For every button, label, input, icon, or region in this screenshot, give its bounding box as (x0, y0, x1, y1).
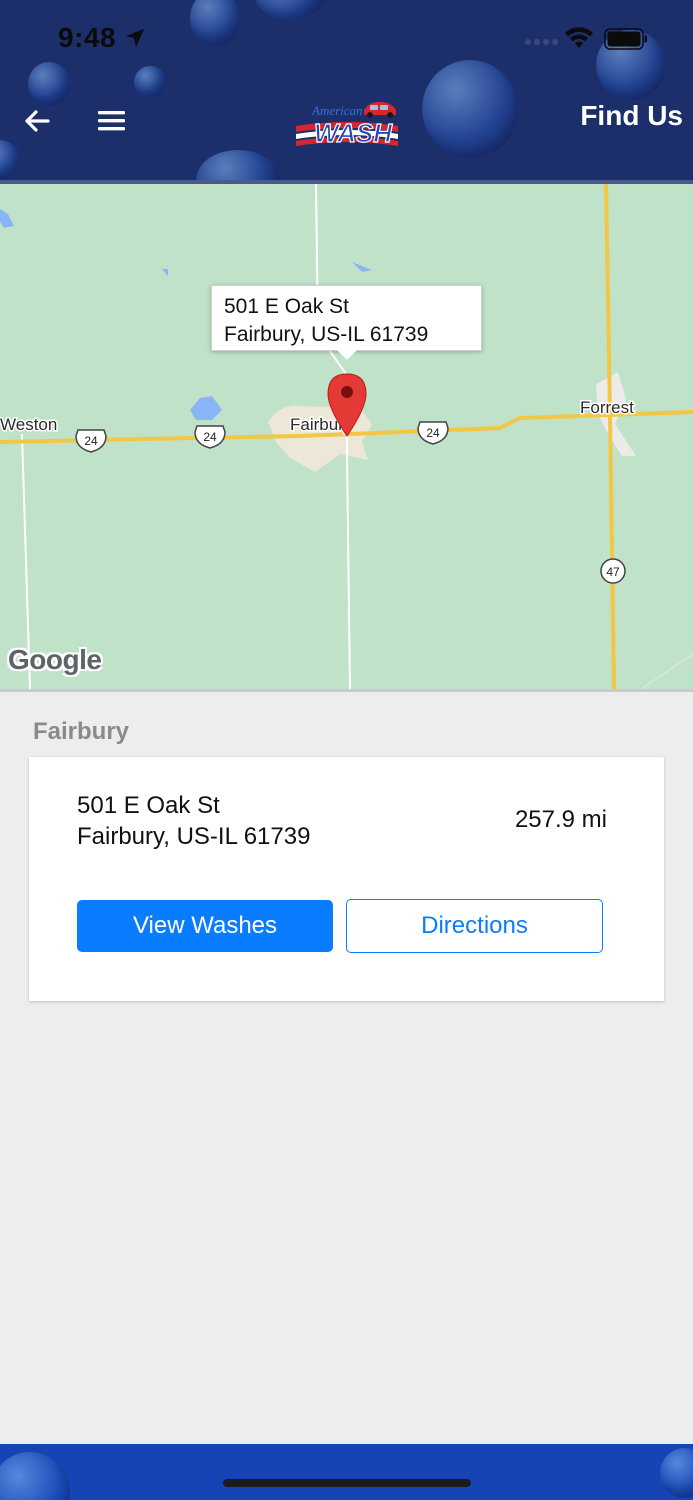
back-button[interactable] (20, 104, 54, 138)
us-route-shield: 24 (194, 425, 226, 449)
bubble-decoration (190, 0, 240, 46)
bubble-decoration (0, 1452, 70, 1500)
directions-button[interactable]: Directions (346, 899, 603, 953)
battery-icon (604, 28, 647, 50)
bubble-decoration (255, 0, 325, 20)
cell-signal-icon (525, 39, 558, 45)
local-road (639, 653, 693, 690)
water-body (162, 269, 168, 276)
svg-text:24: 24 (426, 426, 440, 440)
svg-text:American: American (311, 103, 363, 118)
app-header: 9:48 American WASH Find Us (0, 0, 693, 184)
popup-address-line2: Fairbury, US-IL 61739 (224, 323, 429, 346)
map-view[interactable]: 24 24 24 47 Weston Fairbury Forrest 501 … (0, 184, 693, 690)
bubble-decoration (134, 66, 166, 98)
bubble-decoration (660, 1448, 693, 1498)
section-title: Fairbury (33, 718, 130, 745)
location-distance: 257.9 mi (514, 806, 607, 833)
map-canvas: 24 24 24 47 Weston Fairbury Forrest (0, 184, 693, 690)
wifi-icon (565, 27, 593, 48)
us-route-shield: 24 (417, 421, 449, 445)
place-label-weston: Weston (0, 415, 57, 434)
svg-text:24: 24 (84, 434, 98, 448)
us-route-shield: 24 (75, 429, 107, 453)
page-title: Find Us (580, 100, 683, 131)
american-wash-logo: American WASH (296, 101, 398, 149)
location-card: 501 E Oak St Fairbury, US-IL 61739 257.9… (29, 757, 664, 1001)
map-divider (0, 689, 693, 692)
location-arrow-icon (126, 29, 144, 47)
menu-button[interactable] (96, 106, 128, 136)
bubble-decoration (28, 62, 70, 106)
address-line2: Fairbury, US-IL 61739 (77, 823, 311, 850)
home-indicator[interactable] (223, 1479, 471, 1487)
view-washes-button[interactable]: View Washes (77, 900, 333, 952)
bubble-decoration (196, 150, 280, 184)
marker-info-popup[interactable]: 501 E Oak St Fairbury, US-IL 61739 (211, 285, 482, 351)
water-body (190, 396, 222, 420)
location-address: 501 E Oak St Fairbury, US-IL 61739 (77, 790, 310, 852)
svg-text:WASH: WASH (314, 118, 393, 148)
popup-address-line1: 501 E Oak St (224, 295, 349, 318)
svg-text:24: 24 (203, 430, 217, 444)
water-body (0, 209, 14, 228)
logo-car-icon (364, 101, 396, 118)
water-body (352, 262, 372, 272)
bubble-decoration (422, 60, 518, 158)
google-attribution-logo: Google (8, 644, 102, 675)
status-time: 9:48 (58, 22, 117, 53)
bubble-decoration (0, 140, 20, 180)
state-route-shield: 47 (600, 558, 626, 584)
app-footer (0, 1444, 693, 1500)
popup-pointer (337, 350, 357, 360)
place-label-forrest: Forrest (580, 398, 634, 417)
address-line1: 501 E Oak St (77, 792, 220, 819)
svg-text:47: 47 (606, 565, 620, 579)
